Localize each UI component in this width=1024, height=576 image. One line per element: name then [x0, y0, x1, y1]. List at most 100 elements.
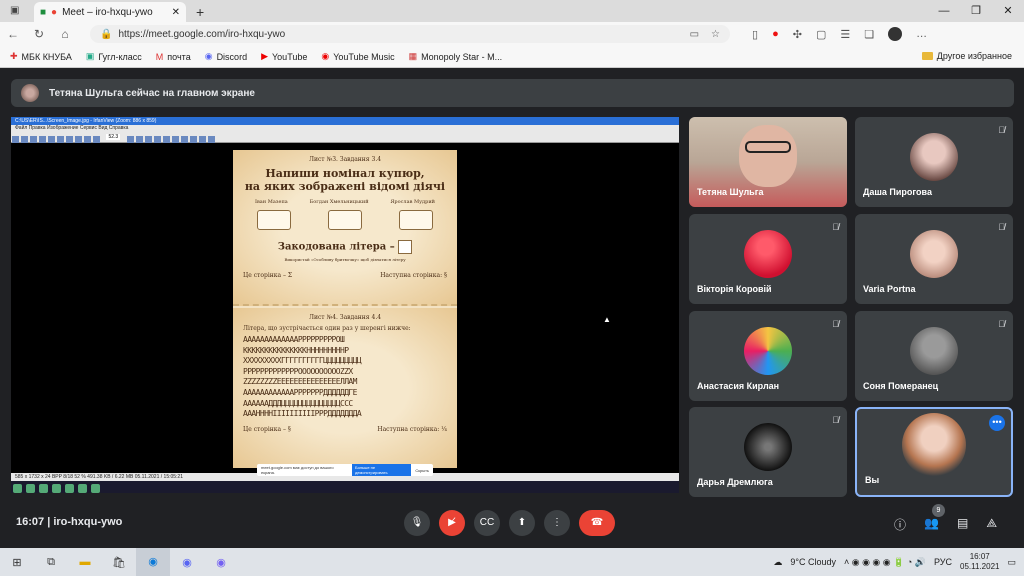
mic-off-icon: 🎙̸: [998, 222, 1005, 232]
shared-screen: C:\US\ER\IS...\Screen_Image.jpg - IrfanV…: [11, 117, 679, 493]
letter-line: ZZZZZZZZEEEEEEEEEEEEЕЕЕЛЛАМ: [243, 377, 357, 387]
monopoly-icon: ▦: [408, 51, 418, 61]
explorer-icon[interactable]: ▬: [68, 556, 102, 568]
close-window-icon[interactable]: ✕: [992, 0, 1024, 22]
refresh-icon[interactable]: ↻: [26, 27, 52, 41]
captions-button[interactable]: CC: [474, 510, 500, 536]
bookmark-item[interactable]: ✚ МБК КНУБА: [10, 51, 72, 62]
info-icon[interactable]: ⓘ: [894, 516, 906, 533]
shared-window-title: C:\US\ER\IS...\Screen_Image.jpg - IrfanV…: [11, 117, 679, 125]
bookmark-item[interactable]: ◉ Discord: [205, 51, 247, 62]
meet-control-bar: 16:07 | iro-hxqu-ywo 🎙 ▶̸ CC ⬆ ⋮ ☎ ⓘ 👥 ▤…: [0, 500, 1024, 546]
more-options-icon[interactable]: •••: [989, 415, 1005, 431]
letter-line: АААННННІІІІІІІІІІРРРДДДДДДДА: [243, 409, 362, 419]
participant-tile[interactable]: 🎙̸ Соня Померанец: [855, 311, 1013, 401]
bookmark-icon: ✚: [10, 51, 18, 61]
page-header: Лист №3. Завдання 3.4: [308, 156, 382, 163]
participant-tile[interactable]: 🎙̸ Вікторія Коровій: [689, 214, 847, 304]
participant-tile[interactable]: 🎙̸ Даша Пирогова: [855, 117, 1013, 207]
activities-icon[interactable]: ⟁: [986, 516, 997, 533]
figure-name: Богдан Хмельницький: [309, 199, 369, 205]
back-icon[interactable]: ←: [0, 27, 26, 41]
other-bookmarks[interactable]: Другое избранное: [921, 51, 1012, 61]
camera-icon[interactable]: ▭: [690, 29, 699, 40]
shared-taskbar: [11, 481, 679, 493]
youtube-icon: ▶: [261, 51, 268, 61]
app-icon: [78, 484, 87, 493]
coded-letter: Закодована літера –: [243, 240, 447, 254]
tab-title: Meet – iro-hxqu-ywo: [62, 6, 153, 18]
folder-icon: [921, 52, 933, 60]
camera-face: [739, 125, 797, 187]
home-icon[interactable]: ⌂: [52, 27, 78, 41]
bookmark-item[interactable]: ▶ YouTube: [261, 51, 307, 62]
app-icon: [65, 484, 74, 493]
hint-text: Використай «Особливу бритвочку» щоб дізн…: [284, 257, 406, 262]
language-indicator[interactable]: РУС: [934, 557, 952, 567]
tool-icon: [180, 136, 188, 143]
discord-taskbar-icon[interactable]: ◉: [170, 556, 204, 569]
self-tile[interactable]: ••• Вы: [855, 407, 1013, 497]
hide-notice-button[interactable]: Скрыть: [415, 468, 429, 473]
url-field[interactable]: 🔒 https://meet.google.com/iro-hxqu-ywo ▭…: [90, 25, 730, 43]
camera-glasses: [745, 141, 791, 153]
viber-icon[interactable]: ◉: [204, 556, 238, 569]
present-button[interactable]: ⬆: [509, 510, 535, 536]
maximize-icon[interactable]: ❐: [960, 0, 992, 22]
menu-dots-icon[interactable]: …: [916, 28, 927, 40]
people-icon[interactable]: 👥: [924, 516, 939, 533]
tool-icon: [84, 136, 91, 143]
collections-icon[interactable]: ❏: [864, 28, 874, 41]
weather-text: 9°C Cloudy: [790, 557, 836, 567]
app-icon: [26, 484, 35, 493]
new-tab-button[interactable]: +: [196, 4, 204, 20]
mic-off-icon: 🎙̸: [832, 319, 839, 329]
bookmark-item[interactable]: ▣ Гугл-класс: [86, 51, 142, 62]
presenter-avatar: [21, 84, 39, 102]
clock[interactable]: 16:07 05.11.2021: [960, 552, 999, 572]
participant-tile[interactable]: 🎙̸ Анастасия Кирлан: [689, 311, 847, 401]
participant-avatar: [744, 229, 792, 278]
stop-sharing-button[interactable]: Больше не демонстрировать: [351, 464, 412, 476]
chat-icon[interactable]: ▤: [957, 516, 968, 533]
minimize-icon[interactable]: —: [928, 0, 960, 22]
mic-off-icon: 🎙̸: [832, 415, 839, 425]
shared-window-toolbar: 52.3: [11, 132, 679, 143]
opera-extension-icon[interactable]: ●: [772, 28, 779, 40]
favorites-icon[interactable]: ☰: [840, 28, 850, 41]
participant-avatar: [744, 326, 792, 375]
participant-tile[interactable]: 🎙̸ Varia Portna: [855, 214, 1013, 304]
extensions-icon[interactable]: ✣: [793, 28, 802, 41]
bookmark-item[interactable]: ▦ Monopoly Star - M...: [409, 51, 503, 62]
task-view-icon[interactable]: ⧉: [34, 556, 68, 569]
favorite-star-icon[interactable]: ☆: [711, 29, 720, 40]
close-tab-icon[interactable]: ✕: [172, 7, 180, 18]
tool-icon: [12, 136, 19, 143]
mouse-cursor-icon: ▲: [603, 315, 611, 324]
participant-name: Varia Portna: [863, 284, 916, 294]
more-options-button[interactable]: ⋮: [544, 510, 570, 536]
split-screen-icon[interactable]: ▢: [816, 28, 826, 41]
app-icon: [91, 484, 100, 493]
bookmark-item[interactable]: Mпочта: [156, 52, 191, 62]
store-icon[interactable]: 🛍: [102, 556, 136, 569]
tray-icons[interactable]: ˄ ◉ ◉ ◉ ◉ 🔋 ◔ 🔊: [844, 557, 926, 568]
camera-off-button[interactable]: ▶̸: [439, 510, 465, 536]
bookmark-item[interactable]: ◉ YouTube Music: [321, 51, 394, 62]
worksheet-image: Лист №3. Завдання 3.4 Напиши номінал куп…: [233, 150, 457, 468]
participant-tile[interactable]: Тетяна Шульга: [689, 117, 847, 207]
start-icon[interactable]: ⊞: [0, 556, 34, 569]
tool-icon: [57, 136, 64, 143]
participant-tile[interactable]: 🎙̸ Дарья Дремлюга: [689, 407, 847, 497]
tab-actions-icon[interactable]: ▣: [10, 5, 19, 16]
edge-icon[interactable]: ◉: [136, 548, 170, 576]
participant-avatar: [910, 326, 958, 375]
letter-line: КККККККККККККККНННННННННР: [243, 345, 349, 355]
microphone-button[interactable]: 🎙: [404, 510, 430, 536]
app-icon: [13, 484, 22, 493]
leave-call-button[interactable]: ☎: [579, 510, 615, 536]
browser-tab-meet[interactable]: ■ ● Meet – iro-hxqu-ywo ✕: [34, 2, 186, 22]
reading-icon[interactable]: ▯: [752, 28, 758, 41]
notifications-icon[interactable]: ▭: [1007, 557, 1016, 568]
profile-avatar[interactable]: [888, 27, 903, 41]
